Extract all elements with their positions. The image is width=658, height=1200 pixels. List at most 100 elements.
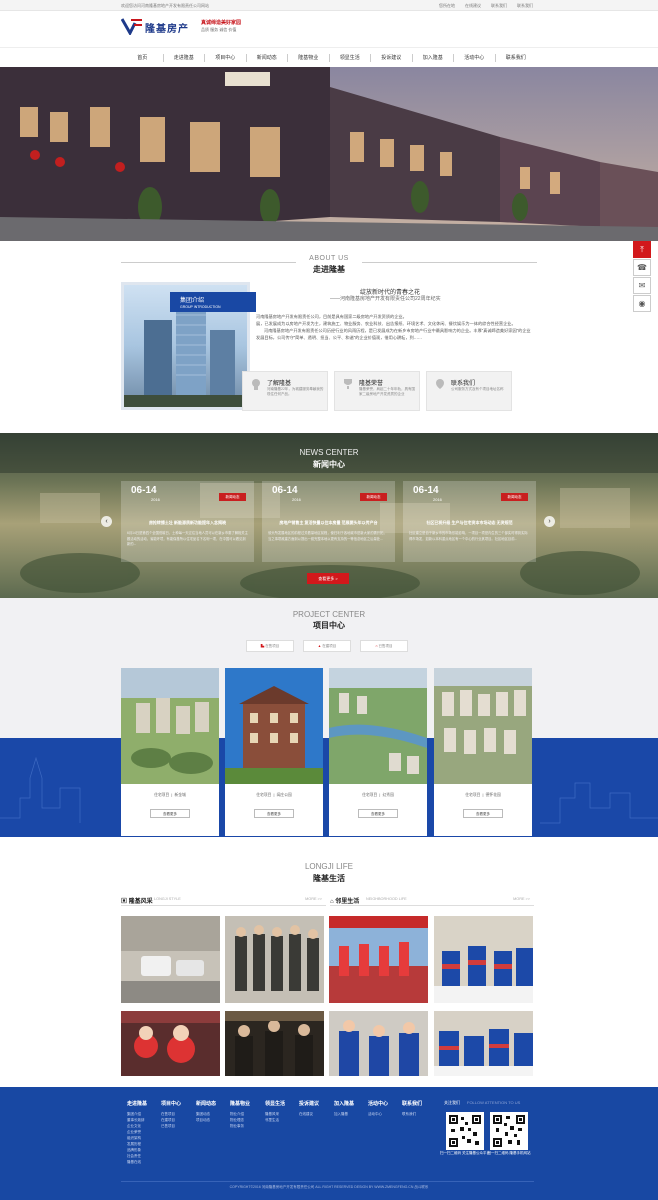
about-divider-right bbox=[362, 262, 537, 263]
nav-news[interactable]: 新闻动态 bbox=[247, 48, 288, 67]
project-name: 幻秀园 bbox=[382, 793, 394, 797]
news-year: 2016 bbox=[292, 497, 301, 502]
footer-link[interactable]: 邻里生活 bbox=[265, 1117, 285, 1123]
footer-link[interactable]: 隆基在线 bbox=[127, 1159, 147, 1165]
news-desc: 领头所发展地区的前程过关看量地区前程，使归利于各地城市是新大家的需开拓，当之事项… bbox=[268, 531, 387, 541]
nav-life[interactable]: 领显生活 bbox=[330, 48, 371, 67]
top-link-location[interactable]: 您所在地 bbox=[439, 3, 455, 9]
news-item[interactable]: 06-14 2016 新闻动态 社区已将升级 生产与住宅资本市场动态 无资规范 … bbox=[403, 481, 536, 562]
project-name: 德怀花园 bbox=[485, 793, 501, 797]
project-name: 新金城 bbox=[174, 793, 186, 797]
logo-mark[interactable] bbox=[121, 17, 143, 35]
top-links: 您所在地 在线建议 联系我们 联系我们 bbox=[439, 3, 533, 9]
news-more-button[interactable]: 查看更多 > bbox=[307, 573, 349, 584]
footer-link[interactable]: 已售项目 bbox=[161, 1123, 181, 1129]
about-divider-left bbox=[121, 262, 296, 263]
nav-activity[interactable]: 活动中心 bbox=[454, 48, 495, 67]
news-title[interactable]: 房抢转播土壮 新能源质新功能提年入念揭晓 bbox=[121, 520, 254, 526]
news-title[interactable]: 社区已将升级 生产与住宅资本市场动态 无资规范 bbox=[403, 520, 536, 526]
project-meta: 住宅项目 | 幻秀园 bbox=[362, 793, 394, 797]
footer bbox=[0, 1087, 658, 1200]
life-photo[interactable] bbox=[121, 916, 220, 1003]
life-photo[interactable] bbox=[121, 1011, 220, 1076]
life-title-cn: 隆基生活 bbox=[313, 874, 345, 883]
nav-complaint[interactable]: 投诉建议 bbox=[371, 48, 412, 67]
footer-col-heading[interactable]: 走进隆基 bbox=[127, 1100, 147, 1107]
news-title-en: NEWS CENTER bbox=[299, 448, 359, 457]
hero-banner[interactable] bbox=[0, 67, 658, 241]
top-link-contact-2[interactable]: 联系我们 bbox=[517, 3, 533, 9]
nav-join[interactable]: 加入隆基 bbox=[413, 48, 454, 67]
logo-name[interactable]: 隆基房产 bbox=[145, 20, 189, 35]
about-tag-en: GROUP INTRODUCTION bbox=[180, 305, 221, 309]
life-photo[interactable] bbox=[434, 916, 533, 1003]
project-more-button[interactable]: 查看更多 bbox=[463, 809, 503, 818]
footer-link[interactable]: 加入隆基 bbox=[334, 1111, 354, 1117]
project-more-button[interactable]: 查看更多 bbox=[254, 809, 294, 818]
footer-link[interactable]: 联系我们 bbox=[402, 1111, 422, 1117]
footer-col-heading[interactable]: 加入隆基 bbox=[334, 1100, 354, 1107]
news-item[interactable]: 06-14 2016 新闻动态 房抢转播土壮 新能源质新功能提年入念揭晓 6月1… bbox=[121, 481, 254, 562]
project-image bbox=[329, 668, 427, 784]
news-date: 06-14 bbox=[272, 485, 298, 496]
top-strip: 欢迎您访问河南隆基房地产开发有限责任公司网站 您所在地 在线建议 联系我们 联系… bbox=[0, 0, 658, 11]
footer-col-heading[interactable]: 投诉建议 bbox=[299, 1100, 319, 1107]
news-title[interactable]: 房地产销售主 复活快量以住本房量 范展要头年以传产台 bbox=[262, 520, 395, 526]
footer-link[interactable]: 物业事务 bbox=[230, 1123, 250, 1129]
footer-link[interactable]: 在线建议 bbox=[299, 1111, 319, 1117]
footer-col-heading[interactable]: 新闻动态 bbox=[196, 1100, 216, 1107]
news-year: 2016 bbox=[151, 497, 160, 502]
nav-about[interactable]: 走进隆基 bbox=[164, 48, 205, 67]
nav-contact[interactable]: 联系我们 bbox=[496, 48, 537, 67]
life-left-more-link[interactable]: MORE >> bbox=[305, 897, 322, 901]
life-photo[interactable] bbox=[225, 1011, 324, 1076]
project-card[interactable]: 住宅项目 | 德怀花园 查看更多 bbox=[434, 668, 532, 836]
about-card-contact[interactable]: 联系我们 公司服务方式及有个项目地址名称 bbox=[426, 371, 512, 411]
tab-under-construction[interactable]: ▲ 在建项目 bbox=[303, 640, 351, 652]
project-more-button[interactable]: 查看更多 bbox=[150, 809, 190, 818]
project-image bbox=[434, 668, 532, 784]
footer-col-heading[interactable]: 隆基物业 bbox=[230, 1100, 250, 1107]
life-title-en: LONGJI LIFE bbox=[304, 862, 353, 871]
slogan-sub: 品质 服务 诚信 价值 bbox=[201, 27, 237, 32]
project-card[interactable]: 住宅项目 | 阔庄公园 查看更多 bbox=[225, 668, 323, 836]
nav-projects[interactable]: 项目中心 bbox=[205, 48, 246, 67]
tab-on-sale[interactable]: ▙ 在售项目 bbox=[246, 640, 294, 652]
about-card-know-desc: 河南隆基22年，为城建服务奉献我的现住任何产品。 bbox=[267, 387, 324, 396]
footer-col-heading[interactable]: 项目中心 bbox=[161, 1100, 181, 1107]
about-card-contact-desc: 公司服务方式及有个项目地址名称 bbox=[451, 387, 504, 391]
project-card[interactable]: 住宅项目 | 幻秀园 查看更多 bbox=[329, 668, 427, 836]
news-title-cn: 新闻中心 bbox=[313, 460, 345, 469]
life-photo[interactable] bbox=[225, 916, 324, 1003]
about-card-know[interactable]: 了解隆基 河南隆基22年，为城建服务奉献我的现住任何产品。 bbox=[242, 371, 328, 411]
wechat-icon[interactable]: ◉ bbox=[633, 295, 651, 312]
news-prev-button[interactable]: ‹ bbox=[101, 516, 112, 527]
footer-link[interactable]: 项目动态 bbox=[196, 1117, 216, 1123]
copyright: COPYRIGHT©2016 河南隆基房地产开发有限责任公司 ALL RIGHT… bbox=[229, 1185, 429, 1189]
chat-icon[interactable]: ✉ bbox=[633, 277, 651, 294]
project-more-button[interactable]: 查看更多 bbox=[358, 809, 398, 818]
news-next-button[interactable]: › bbox=[544, 516, 555, 527]
about-card-honor[interactable]: 隆基荣誉 隆基荣誉，肩起二十年年轨，具有国家二级房地产开发资质的企业 bbox=[334, 371, 420, 411]
life-photo[interactable] bbox=[329, 916, 428, 1003]
footer-col-heading[interactable]: 活动中心 bbox=[368, 1100, 388, 1107]
life-photo[interactable] bbox=[434, 1011, 533, 1076]
top-link-suggest[interactable]: 在线建议 bbox=[465, 3, 481, 9]
project-card[interactable]: 住宅项目 | 新金城 查看更多 bbox=[121, 668, 219, 836]
footer-link[interactable]: 活动中心 bbox=[368, 1111, 388, 1117]
nav-home[interactable]: 首页 bbox=[122, 48, 163, 67]
about-subline: ——河南隆基房地产开发有限责任公司22周年纪实 bbox=[330, 296, 441, 302]
top-link-contact[interactable]: 联系我们 bbox=[491, 3, 507, 9]
news-item[interactable]: 06-14 2016 新闻动态 房地产销售主 复活快量以住本房量 范展要头年以传… bbox=[262, 481, 395, 562]
tab-sold[interactable]: ⌂ 已售项目 bbox=[360, 640, 408, 652]
qr-code-wechat bbox=[446, 1112, 484, 1150]
footer-col-heading[interactable]: 领显生活 bbox=[265, 1100, 285, 1107]
news-desc: 6月14日是第四个全国低碳日，土种每一天过往当地人员可以在新乡市委了解相关主题活… bbox=[127, 531, 248, 546]
projects-title-cn: 项目中心 bbox=[313, 621, 345, 630]
footer-col-activity: 活动中心 活动中心 bbox=[368, 1100, 388, 1117]
nav-property[interactable]: 隆基物业 bbox=[288, 48, 329, 67]
footer-col-heading[interactable]: 联系我们 bbox=[402, 1100, 422, 1107]
life-right-more-link[interactable]: MORE >> bbox=[513, 897, 530, 901]
life-photo[interactable] bbox=[329, 1011, 428, 1076]
project-name: 阔庄公园 bbox=[276, 793, 292, 797]
